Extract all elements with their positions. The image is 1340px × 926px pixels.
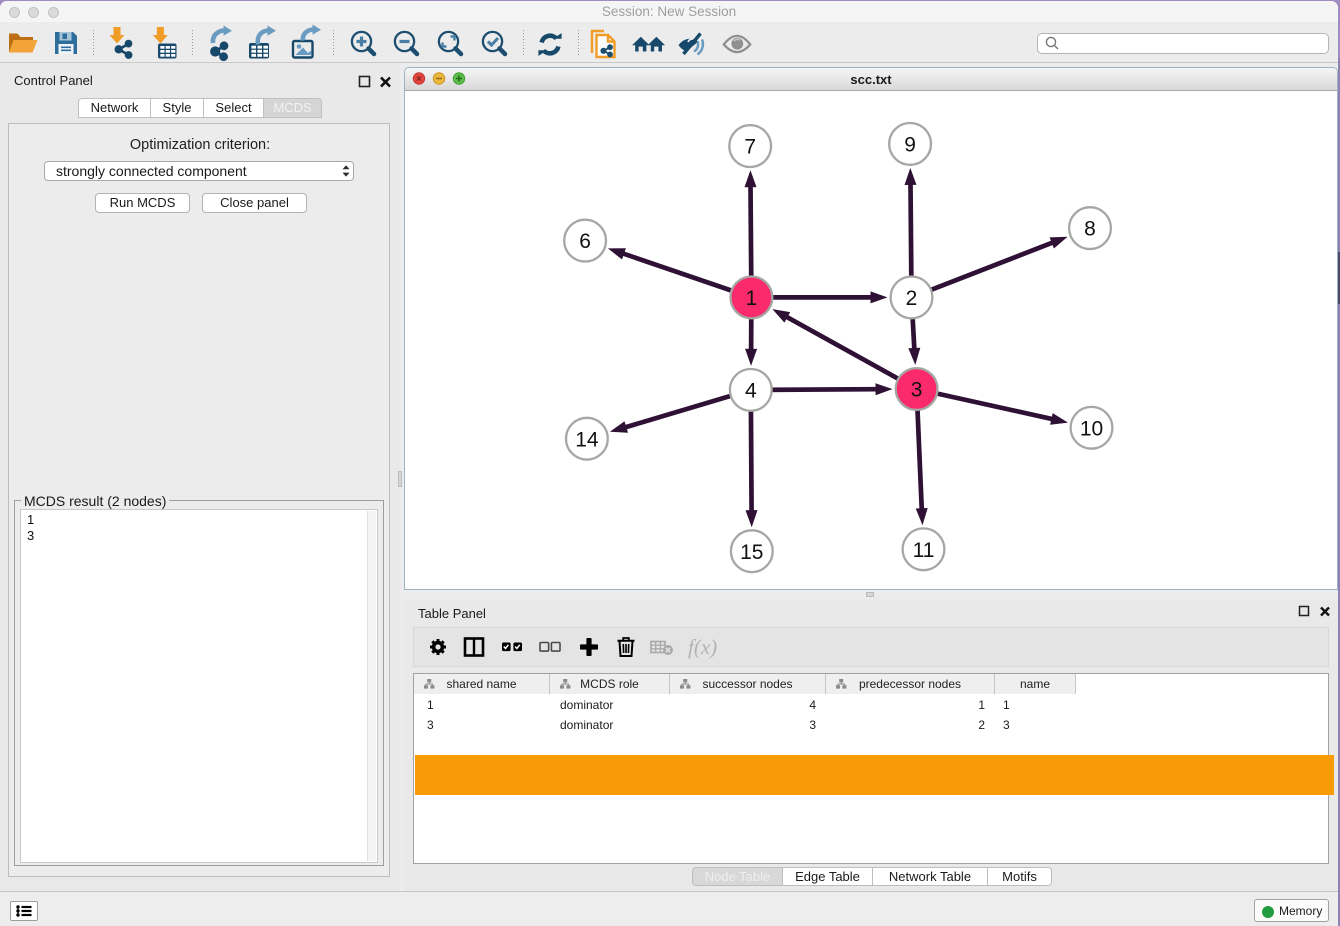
svg-text:6: 6 — [579, 231, 591, 254]
svg-text:f(x): f(x) — [688, 635, 717, 659]
svg-text:14: 14 — [575, 429, 599, 452]
svg-text:15: 15 — [740, 541, 763, 564]
svg-text:4: 4 — [744, 380, 756, 403]
svg-text:1: 1 — [745, 287, 757, 310]
svg-text:9: 9 — [904, 134, 916, 157]
svg-text:11: 11 — [912, 539, 934, 562]
svg-text:10: 10 — [1079, 418, 1102, 441]
svg-text:7: 7 — [744, 136, 756, 159]
svg-text:2: 2 — [905, 287, 917, 310]
svg-text:3: 3 — [910, 379, 922, 402]
svg-text:8: 8 — [1084, 218, 1096, 241]
